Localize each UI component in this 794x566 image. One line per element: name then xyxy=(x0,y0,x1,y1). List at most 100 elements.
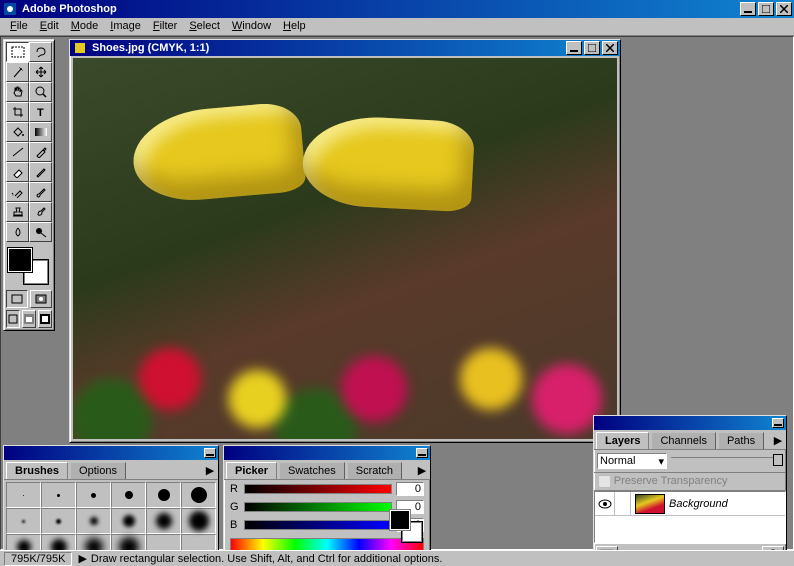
visibility-toggle[interactable] xyxy=(595,492,615,515)
close-button[interactable] xyxy=(776,2,792,16)
channel-b-label: B xyxy=(230,519,240,531)
doc-close-button[interactable] xyxy=(602,41,618,55)
brushes-flyout-icon[interactable]: ▶ xyxy=(204,462,216,479)
workspace: T Sh xyxy=(0,36,794,550)
maximize-button[interactable] xyxy=(758,2,774,16)
slider-r[interactable] xyxy=(244,484,392,494)
tool-smudge[interactable] xyxy=(29,202,52,222)
brush-cell[interactable] xyxy=(146,508,181,534)
layers-palette: Layers Channels Paths ▶ Normal▾ Preserve… xyxy=(593,415,787,565)
menu-bar: File Edit Mode Image Filter Select Windo… xyxy=(0,18,794,36)
brush-cell[interactable] xyxy=(6,508,41,534)
brush-cell[interactable] xyxy=(146,482,181,508)
menu-mode[interactable]: Mode xyxy=(65,18,105,35)
tool-move[interactable] xyxy=(29,62,52,82)
tool-crop[interactable] xyxy=(6,102,29,122)
app-titlebar: Adobe Photoshop xyxy=(0,0,794,18)
menu-filter[interactable]: Filter xyxy=(147,18,183,35)
tool-eyedropper[interactable] xyxy=(29,142,52,162)
tool-wand[interactable] xyxy=(6,62,29,82)
tool-paintbucket[interactable] xyxy=(6,122,29,142)
tab-options[interactable]: Options xyxy=(70,462,126,479)
standard-mode-button[interactable] xyxy=(6,290,28,308)
layers-flyout-icon[interactable]: ▶ xyxy=(772,432,784,449)
color-selector xyxy=(8,248,50,288)
slider-g[interactable] xyxy=(244,502,392,512)
tool-blur[interactable] xyxy=(6,222,29,242)
menu-file[interactable]: File xyxy=(4,18,34,35)
tool-dodge[interactable] xyxy=(29,222,52,242)
screen-full-button[interactable] xyxy=(38,310,52,328)
foreground-color-swatch[interactable] xyxy=(8,248,32,272)
menu-image[interactable]: Image xyxy=(104,18,147,35)
brush-cell[interactable] xyxy=(76,482,111,508)
status-arrow-icon[interactable]: ▶ xyxy=(78,552,86,565)
slider-b[interactable] xyxy=(244,520,392,530)
tab-brushes[interactable]: Brushes xyxy=(6,462,68,479)
doc-minimize-button[interactable] xyxy=(566,41,582,55)
tool-line[interactable] xyxy=(6,142,29,162)
tool-airbrush[interactable] xyxy=(6,182,29,202)
brush-cell[interactable] xyxy=(111,508,146,534)
layer-row[interactable]: Background xyxy=(595,492,785,516)
status-bar: 795K/795K ▶ Draw rectangular selection. … xyxy=(0,550,794,566)
brush-cell[interactable] xyxy=(6,482,41,508)
layer-name: Background xyxy=(669,498,728,510)
tab-picker[interactable]: Picker xyxy=(226,462,277,479)
brush-cell[interactable] xyxy=(181,508,216,534)
status-size: 795K/795K xyxy=(4,552,72,566)
channel-g-label: G xyxy=(230,501,240,513)
brush-cell[interactable] xyxy=(76,508,111,534)
tab-layers[interactable]: Layers xyxy=(596,432,649,449)
tab-scratch[interactable]: Scratch xyxy=(347,462,402,479)
menu-help[interactable]: Help xyxy=(277,18,312,35)
toolbox: T xyxy=(3,39,55,331)
tool-hand[interactable] xyxy=(6,82,29,102)
screen-fullmenu-button[interactable] xyxy=(22,310,36,328)
layer-list: Background xyxy=(594,491,786,543)
value-r[interactable]: 0 xyxy=(396,482,424,496)
document-canvas[interactable] xyxy=(73,58,617,439)
tool-zoom[interactable] xyxy=(29,82,52,102)
menu-select[interactable]: Select xyxy=(183,18,226,35)
picker-flyout-icon[interactable]: ▶ xyxy=(416,462,428,479)
quickmask-mode-button[interactable] xyxy=(30,290,52,308)
svg-text:T: T xyxy=(37,107,44,118)
document-title: Shoes.jpg (CMYK, 1:1) xyxy=(92,42,566,54)
minimize-button[interactable] xyxy=(740,2,756,16)
brush-cell[interactable] xyxy=(41,482,76,508)
tab-channels[interactable]: Channels xyxy=(651,432,715,449)
app-title: Adobe Photoshop xyxy=(22,3,740,15)
app-icon xyxy=(2,1,18,17)
tool-eraser[interactable] xyxy=(6,162,29,182)
layer-thumbnail xyxy=(635,494,665,514)
layers-collapse-button[interactable] xyxy=(772,418,784,428)
tool-pencil[interactable] xyxy=(29,162,52,182)
tool-type[interactable]: T xyxy=(29,102,52,122)
screen-standard-button[interactable] xyxy=(6,310,20,328)
picker-palette: Picker Swatches Scratch ▶ R 0 G 0 B 0 xyxy=(223,445,431,565)
blend-mode-select[interactable]: Normal▾ xyxy=(597,453,667,469)
tool-gradient[interactable] xyxy=(29,122,52,142)
tool-brush[interactable] xyxy=(29,182,52,202)
channel-r-label: R xyxy=(230,483,240,495)
tab-swatches[interactable]: Swatches xyxy=(279,462,345,479)
tool-stamp[interactable] xyxy=(6,202,29,222)
tab-paths[interactable]: Paths xyxy=(718,432,764,449)
brush-cell[interactable] xyxy=(41,508,76,534)
brush-cell[interactable] xyxy=(111,482,146,508)
preserve-transparency-row: Preserve Transparency xyxy=(594,473,786,491)
menu-edit[interactable]: Edit xyxy=(34,18,65,35)
brush-cell[interactable] xyxy=(181,482,216,508)
picker-fg-swatch[interactable] xyxy=(390,510,410,530)
doc-maximize-button[interactable] xyxy=(584,41,600,55)
picker-collapse-button[interactable] xyxy=(416,448,428,458)
tool-lasso[interactable] xyxy=(29,42,52,62)
preserve-transparency-checkbox xyxy=(598,475,611,488)
opacity-slider[interactable] xyxy=(671,457,783,465)
document-icon xyxy=(72,40,88,56)
menu-window[interactable]: Window xyxy=(226,18,277,35)
brushes-collapse-button[interactable] xyxy=(204,448,216,458)
tool-marquee[interactable] xyxy=(6,42,29,62)
document-window: Shoes.jpg (CMYK, 1:1) xyxy=(69,39,621,443)
